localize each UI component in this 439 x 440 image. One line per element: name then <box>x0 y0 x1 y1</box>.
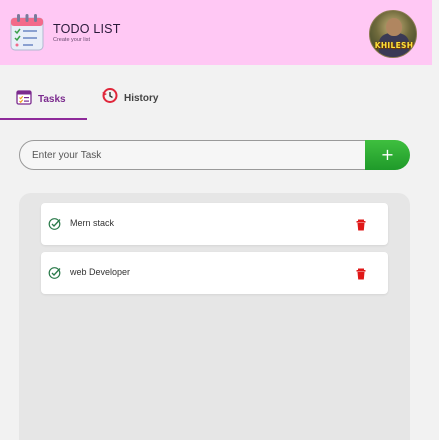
trash-icon[interactable] <box>356 218 366 231</box>
history-icon <box>101 87 118 109</box>
task-text: web Developer <box>70 267 131 277</box>
trash-icon[interactable] <box>356 267 366 280</box>
todo-logo-icon <box>9 12 45 52</box>
tab-history[interactable]: History <box>101 80 191 116</box>
avatar[interactable]: KHILESH <box>369 10 417 58</box>
calendar-checklist-icon <box>16 89 32 110</box>
app-header: TODO LIST Create your list KHILESH <box>0 0 432 65</box>
task-list-panel: Mern stack web Developer <box>19 193 410 440</box>
check-circle-icon[interactable] <box>48 217 62 231</box>
task-item[interactable]: Mern stack <box>41 203 388 245</box>
add-task-button[interactable]: + <box>365 140 410 170</box>
task-text: Mern stack <box>70 218 115 228</box>
tab-history-label: History <box>124 92 159 104</box>
tab-tasks-label: Tasks <box>38 93 66 105</box>
tab-bar: Tasks History <box>0 80 200 120</box>
brand: TODO LIST Create your list <box>53 22 121 44</box>
check-circle-icon[interactable] <box>48 266 62 280</box>
task-input[interactable] <box>19 140 367 170</box>
tab-tasks[interactable]: Tasks <box>0 80 87 120</box>
avatar-name: KHILESH <box>374 41 414 50</box>
app-subtitle: Create your list <box>53 37 90 43</box>
task-item[interactable]: web Developer <box>41 252 388 294</box>
avatar-face <box>386 18 402 36</box>
app-title: TODO LIST <box>53 22 121 36</box>
